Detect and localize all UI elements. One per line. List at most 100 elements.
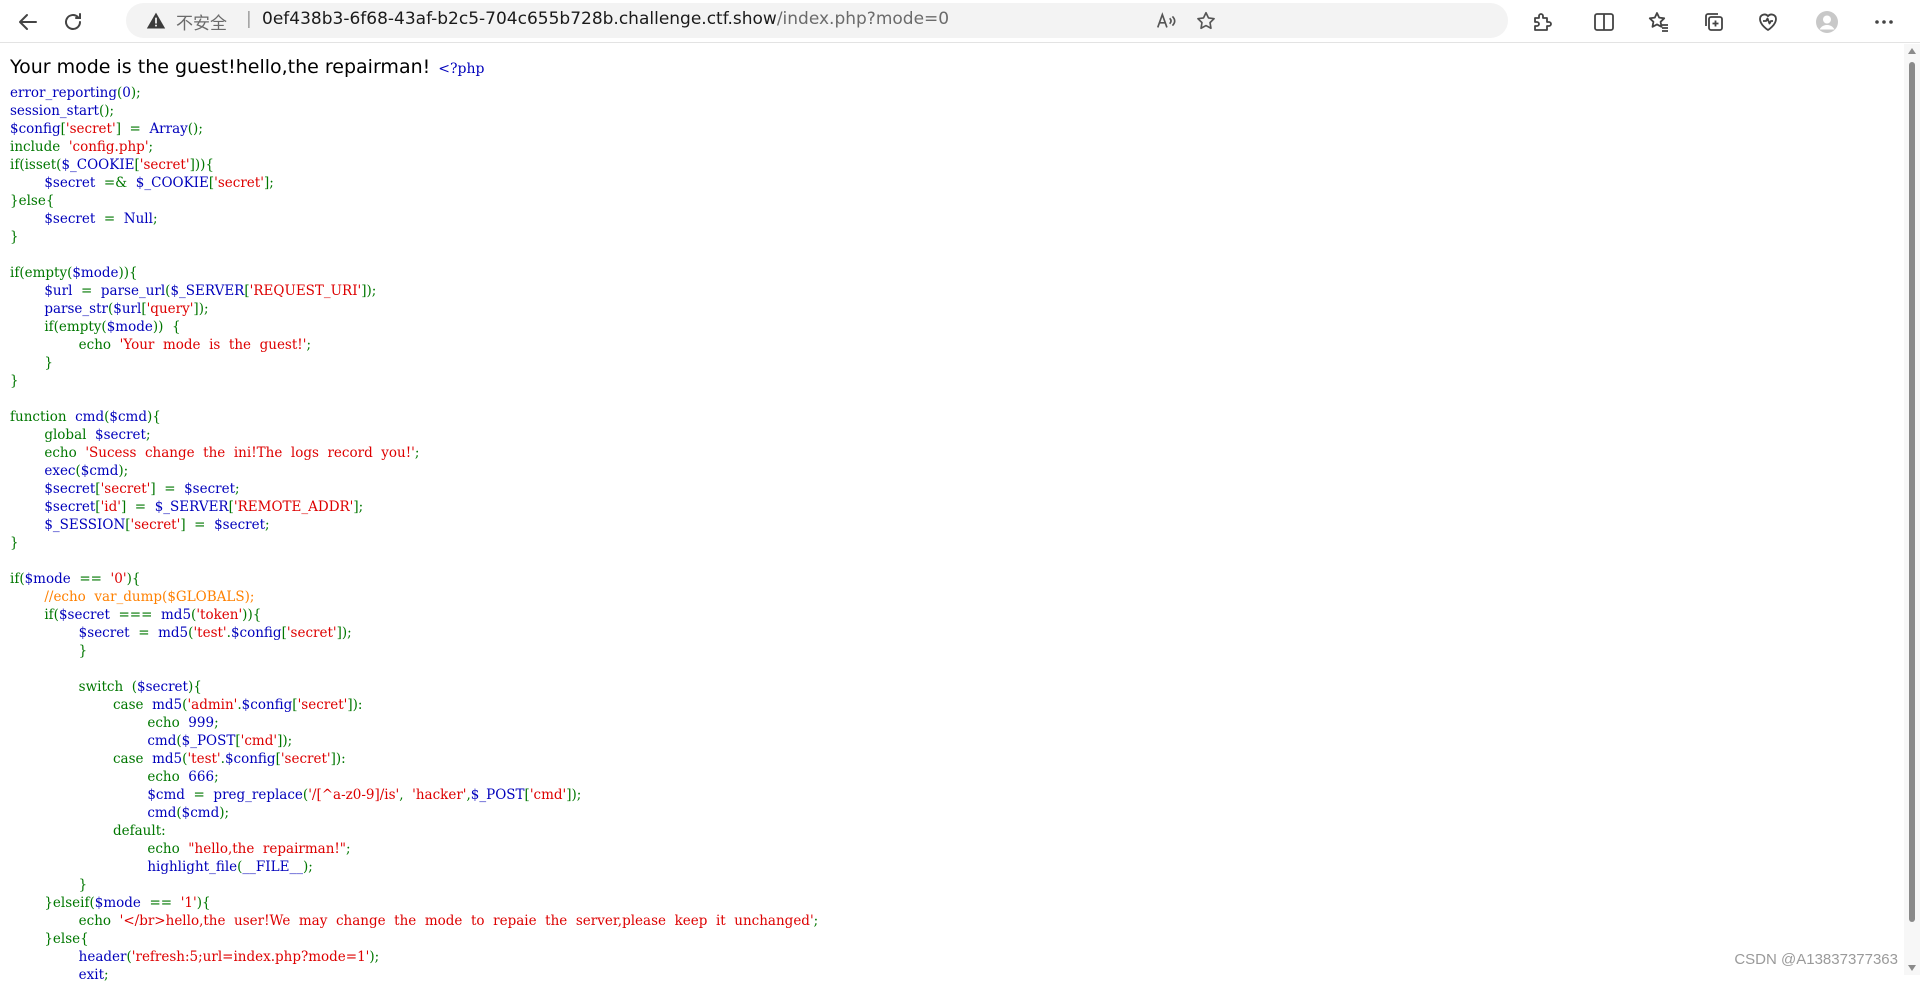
code-line: echo 999; [10,715,219,731]
browser-essentials-icon[interactable] [1750,4,1786,40]
address-separator: | [246,9,252,29]
code-token: = [80,283,101,299]
code-token: )){ [242,607,262,623]
read-aloud-icon[interactable] [1152,7,1180,35]
code-token: if(empty( [44,319,107,335]
code-token: session_start [10,103,99,119]
code-token: } [44,355,53,371]
code-token: switch ( [78,679,138,695]
code-token: 999 [188,715,215,731]
code-token: ] = [115,121,150,137]
code-token: $_POST [470,787,525,803]
scroll-down-arrow-icon[interactable] [1908,965,1916,971]
code-token: ]): [330,751,346,767]
code-line: }elseif($mode == '1'){ [10,895,210,911]
code-token: 'Sucess change the ini!The logs record y… [85,445,415,461]
code-token: ; [414,445,420,461]
code-token: ] = [180,517,215,533]
code-token: ); [219,805,230,821]
url-text[interactable]: 0ef438b3-6f68-43af-b2c5-704c655b728b.cha… [262,9,949,29]
code-token: $config [10,121,61,137]
code-line: if($mode == '0'){ [10,571,140,587]
code-token: parse_url [100,283,166,299]
code-token: ] = [150,481,185,497]
code-token: echo [78,337,120,353]
code-token: if(isset( [10,157,62,173]
code-line: }else{ [10,193,54,209]
code-line: } [10,373,19,389]
code-line: parse_str($url['query']); [10,301,208,317]
code-token: $url [44,283,81,299]
profile-avatar-icon[interactable] [1809,4,1845,40]
code-token: 'config.php' [68,139,149,155]
code-token: $secret [137,679,188,695]
code-token: ; [813,913,819,929]
vertical-scrollbar[interactable] [1904,44,1920,975]
code-token: '0' [110,571,127,587]
code-line: error_reporting(0); [10,85,141,101]
code-token: $_POST [181,733,236,749]
code-token: cmd [147,805,177,821]
code-line: if(isset($_COOKIE['secret'])){ [10,157,214,173]
code-token: ; [214,715,219,731]
collections-icon[interactable] [1696,4,1732,40]
favorites-icon[interactable] [1641,4,1677,40]
back-arrow-icon[interactable] [10,4,46,40]
code-line: exit; [10,967,109,983]
code-token: $secret [78,625,139,641]
extensions-icon[interactable] [1524,4,1560,40]
code-token: } [78,643,88,659]
code-token: 'REQUEST_URI' [249,283,362,299]
code-token: }else{ [10,193,55,209]
code-token: '</br>hello,the user!We may change the m… [119,913,814,929]
code-token: ]; [263,175,274,191]
code-token: $secret [214,517,266,533]
code-token: $cmd [80,463,119,479]
code-token: $mode [72,265,119,281]
code-line: header('refresh:5;url=index.php?mode=1')… [10,949,380,965]
code-line: }else{ [10,931,88,947]
address-bar[interactable]: 不安全 | 0ef438b3-6f68-43af-b2c5-704c655b72… [126,3,1508,38]
code-line: exec($cmd); [10,463,128,479]
code-line: if(empty($mode)){ [10,265,138,281]
code-token: ; [306,337,311,353]
scroll-up-arrow-icon[interactable] [1908,48,1916,54]
code-token: ]; [353,499,364,515]
code-line: } [10,355,53,371]
code-token: 'secret' [139,157,190,173]
page-greeting: Your mode is the guest!hello,the repairm… [10,56,431,78]
code-token: $_COOKIE [135,175,209,191]
more-menu-icon[interactable] [1866,4,1902,40]
code-token: ); [302,859,313,875]
code-line: session_start(); [10,103,114,119]
reload-icon[interactable] [55,4,91,40]
code-token: $secret [44,481,96,497]
favorite-star-icon[interactable] [1192,7,1220,35]
code-token: ]); [361,283,377,299]
scrollbar-thumb[interactable] [1909,62,1915,922]
code-token: = [103,211,124,227]
security-status-label[interactable]: 不安全 [176,9,227,34]
code-line: $secret['secret'] = $secret; [10,481,239,497]
code-token: 'hacker' [412,787,467,803]
code-token: $mode [24,571,80,587]
code-token: (); [187,121,203,137]
code-token: '/[^a-z0-9]/is' [308,787,400,803]
code-token: $config [224,751,276,767]
browser-toolbar: 不安全 | 0ef438b3-6f68-43af-b2c5-704c655b72… [0,0,1920,43]
code-line: $secret['id'] = $_SERVER['REMOTE_ADDR']; [10,499,363,515]
code-line: function cmd($cmd){ [10,409,161,425]
code-token: include [10,139,69,155]
code-token: === [118,607,161,623]
split-screen-icon[interactable] [1586,4,1622,40]
